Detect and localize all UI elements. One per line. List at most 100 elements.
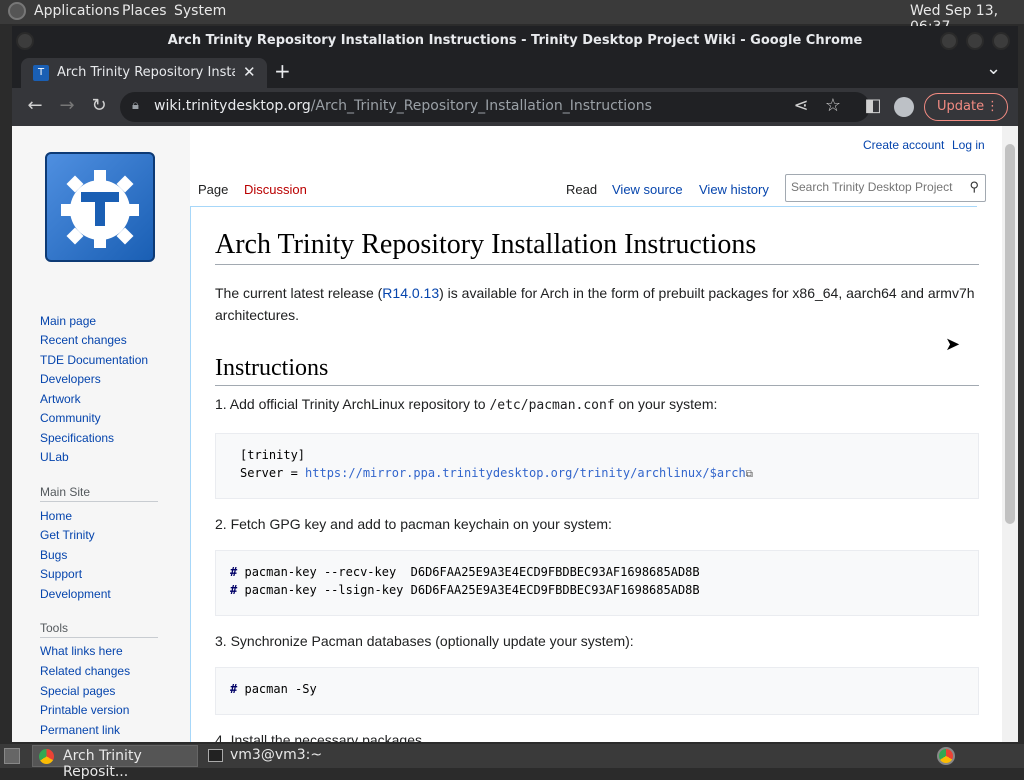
reload-icon[interactable]: ↻ [88, 96, 110, 116]
favicon-icon: T [33, 65, 49, 81]
sidebar-item-get-trinity[interactable]: Get Trinity [40, 528, 95, 542]
tab-view-history[interactable]: View history [699, 182, 769, 197]
log-in-link[interactable]: Log in [952, 138, 985, 152]
browser-window: Arch Trinity Repository Installation Ins… [12, 26, 1018, 742]
taskbar-item-terminal[interactable]: vm3@vm3:~ [204, 745, 334, 767]
sidebar-item-developers[interactable]: Developers [40, 372, 101, 386]
new-tab-button[interactable]: + [274, 59, 291, 83]
lock-icon[interactable]: 🔒︎ [132, 98, 139, 113]
update-button[interactable]: Update ⋮ [924, 93, 1008, 121]
code-block-gpg: # pacman-key --recv-key D6D6FAA25E9A3E4E… [215, 550, 979, 616]
side-panel-icon[interactable]: ◧ [862, 96, 884, 116]
step-1-text: 1. Add official Trinity ArchLinux reposi… [215, 396, 490, 412]
sidebar-item-home[interactable]: Home [40, 509, 72, 523]
close-icon[interactable] [992, 32, 1010, 50]
menu-system[interactable]: System [174, 3, 226, 19]
external-link-icon: ⧉ [745, 469, 753, 480]
sidebar-item-development[interactable]: Development [40, 587, 111, 601]
tab-discussion[interactable]: Discussion [244, 182, 307, 197]
profile-avatar-icon[interactable] [894, 97, 914, 117]
prompt-symbol: # [230, 583, 238, 597]
create-account-link[interactable]: Create account [863, 138, 944, 152]
search-icon[interactable]: ⚲ [969, 179, 979, 195]
share-icon[interactable]: ⋖ [790, 96, 812, 116]
code-line: pacman -Sy [244, 682, 317, 696]
tray-chrome-icon[interactable] [937, 747, 955, 765]
taskbar-item-label: vm3@vm3:~ [230, 747, 323, 763]
sidebar-item-related-changes[interactable]: Related changes [40, 664, 130, 678]
prompt-symbol: # [230, 565, 238, 579]
sidebar-item-main-page[interactable]: Main page [40, 314, 96, 328]
taskbar-item-label: Arch Trinity Reposit... [63, 748, 142, 780]
step-1: 1. Add official Trinity ArchLinux reposi… [215, 393, 717, 417]
content-area: Arch Trinity Repository Installation Ins… [190, 206, 979, 742]
release-link[interactable]: R14.0.13 [382, 285, 439, 301]
tab-title: Arch Trinity Repository Installa [57, 65, 235, 80]
sidebar-item-community[interactable]: Community [40, 411, 101, 425]
chrome-icon [39, 749, 54, 764]
code-line: pacman-key --lsign-key D6D6FAA25E9A3E4EC… [244, 583, 700, 597]
sidebar-item-artwork[interactable]: Artwork [40, 392, 81, 406]
instructions-heading: Instructions [215, 355, 329, 381]
tab-view-source[interactable]: View source [612, 182, 683, 197]
step-4: 4. Install the necessary packages [215, 732, 423, 742]
page-scrollbar[interactable] [1002, 126, 1018, 742]
window-titlebar[interactable]: Arch Trinity Repository Installation Ins… [12, 26, 1018, 56]
tab-strip: T Arch Trinity Repository Installa ✕ + ⌄ [12, 56, 1018, 88]
top-panel: Applications Places System Wed Sep 13, 0… [0, 0, 1024, 35]
menu-applications[interactable]: Applications [34, 3, 120, 19]
sidebar-item-special-pages[interactable]: Special pages [40, 684, 115, 698]
sidebar-item-permanent-link[interactable]: Permanent link [40, 723, 120, 737]
browser-tab[interactable]: T Arch Trinity Repository Installa ✕ [21, 58, 267, 88]
distro-logo-icon[interactable] [8, 2, 26, 20]
bookmark-star-icon[interactable]: ☆ [822, 96, 844, 116]
tab-close-icon[interactable]: ✕ [243, 63, 256, 81]
code-line: Server = [240, 466, 306, 480]
search-box[interactable]: ⚲ [785, 174, 986, 202]
code-block-sync: # pacman -Sy [215, 667, 979, 715]
intro-text: The current latest release ( [215, 285, 383, 301]
code-line: [trinity] [240, 448, 306, 462]
tab-search-icon[interactable]: ⌄ [986, 58, 1001, 79]
sidebar-heading-tools: Tools [40, 621, 69, 635]
site-logo[interactable] [45, 152, 155, 262]
sidebar-item-ulab[interactable]: ULab [40, 450, 69, 464]
heading-underline [215, 385, 979, 386]
page-title: Arch Trinity Repository Installation Ins… [215, 229, 757, 260]
mirror-link[interactable]: https://mirror.ppa.trinitydesktop.org/tr… [305, 466, 746, 480]
maximize-icon[interactable] [966, 32, 984, 50]
inline-code: /etc/pacman.conf [489, 398, 615, 413]
sidebar-item-support[interactable]: Support [40, 567, 82, 581]
update-label: Update [937, 99, 985, 114]
back-icon[interactable]: ← [24, 96, 46, 116]
tab-page[interactable]: Page [198, 182, 228, 197]
address-bar[interactable]: 🔒︎ wiki.trinitydesktop.org/Arch_Trinity_… [120, 92, 870, 122]
sidebar-item-bugs[interactable]: Bugs [40, 548, 67, 562]
window-title: Arch Trinity Repository Installation Ins… [167, 33, 863, 48]
forward-icon[interactable]: → [56, 96, 78, 116]
scrollbar-thumb[interactable] [1005, 144, 1015, 524]
terminal-icon [208, 749, 223, 762]
sidebar-separator [40, 501, 158, 502]
taskbar-item-chrome[interactable]: Arch Trinity Reposit... [32, 745, 198, 780]
intro-paragraph: The current latest release (R14.0.13) is… [215, 282, 975, 326]
browser-toolbar: ← → ↻ 🔒︎ wiki.trinitydesktop.org/Arch_Tr… [12, 88, 1018, 126]
code-block-repo: [trinity] Server = https://mirror.ppa.tr… [215, 433, 979, 499]
more-menu-icon[interactable]: ⋮ [986, 94, 999, 120]
mouse-cursor-icon: ➤ [945, 334, 961, 355]
tab-read[interactable]: Read [566, 182, 597, 197]
search-input[interactable] [791, 180, 961, 194]
sidebar-item-printable-version[interactable]: Printable version [40, 703, 129, 717]
sidebar-heading-main-site: Main Site [40, 485, 91, 499]
step-3: 3. Synchronize Pacman databases (optiona… [215, 633, 634, 649]
menu-places[interactable]: Places [122, 3, 167, 19]
sidebar-item-what-links-here[interactable]: What links here [40, 644, 123, 658]
url-domain: wiki.trinitydesktop.org [154, 98, 311, 114]
window-menu-icon[interactable] [16, 32, 34, 50]
sidebar-item-specifications[interactable]: Specifications [40, 431, 114, 445]
sidebar-item-recent-changes[interactable]: Recent changes [40, 333, 127, 347]
minimize-icon[interactable] [940, 32, 958, 50]
sidebar-separator [40, 637, 158, 638]
show-desktop-icon[interactable] [4, 748, 20, 764]
sidebar-item-tde-documentation[interactable]: TDE Documentation [40, 353, 148, 367]
